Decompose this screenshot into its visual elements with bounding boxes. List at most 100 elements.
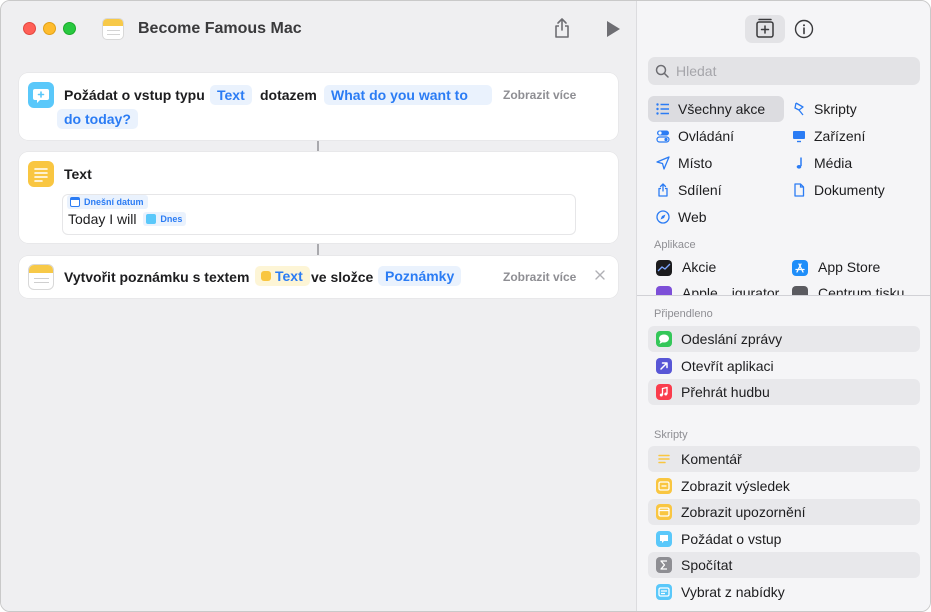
action-connector xyxy=(317,244,319,255)
category-label: Sdílení xyxy=(678,182,722,198)
calendar-icon xyxy=(70,197,80,207)
row-label: Komentář xyxy=(681,451,742,467)
search-field[interactable] xyxy=(648,57,920,85)
category-label: Ovládání xyxy=(678,128,735,144)
app-apple-configurator[interactable]: Apple…igurator xyxy=(648,282,784,295)
action-ask-for-input[interactable]: Požádat o vstup typu Text dotazem What d… xyxy=(19,73,618,140)
apps-section-header: Aplikace xyxy=(654,239,696,251)
run-button[interactable] xyxy=(605,20,621,38)
notes-icon xyxy=(28,264,54,290)
details-tab[interactable] xyxy=(793,18,815,40)
category-web[interactable]: Web xyxy=(648,204,784,230)
text-variable-token[interactable]: Text xyxy=(255,266,310,286)
category-devices[interactable]: Zařízení xyxy=(784,123,920,149)
text-content-field[interactable]: Dnešní datum Today I will Dnes xyxy=(62,194,576,235)
row-label: Zobrazit upozornění xyxy=(681,504,806,520)
category-scripts[interactable]: Skripty xyxy=(784,96,920,122)
search-icon xyxy=(655,64,669,78)
row-label: Spočítat xyxy=(681,557,733,573)
remove-action-button[interactable] xyxy=(593,268,607,282)
pinned-section-header: Připendleno xyxy=(654,308,713,320)
variable-label: Dnešní datum xyxy=(84,197,144,207)
text-variable-icon xyxy=(261,271,271,281)
action-library-tab[interactable] xyxy=(745,15,785,43)
action-label-middle: ve složce xyxy=(311,269,374,285)
token-label: Text xyxy=(275,268,303,284)
script-calculate[interactable]: Spočítat xyxy=(648,552,920,578)
play-icon xyxy=(607,21,620,37)
close-window-button[interactable] xyxy=(23,22,36,35)
action-connector xyxy=(317,141,319,151)
minimize-window-button[interactable] xyxy=(43,22,56,35)
zoom-window-button[interactable] xyxy=(63,22,76,35)
category-controls[interactable]: Ovládání xyxy=(648,123,784,149)
pinned-play-music[interactable]: Přehrát hudbu xyxy=(648,379,920,405)
pinned-send-message[interactable]: Odeslání zprávy xyxy=(648,326,920,352)
script-choose-from-menu[interactable]: Vybrat z nabídky xyxy=(648,579,920,605)
script-ask-for-input[interactable]: Požádat o vstup xyxy=(648,526,920,552)
text-value: Today I will xyxy=(68,211,137,227)
app-stocks[interactable]: Akcie xyxy=(648,256,784,280)
category-label: Dokumenty xyxy=(814,182,885,198)
add-action-icon xyxy=(756,18,774,38)
close-icon xyxy=(595,270,605,280)
show-more-button[interactable]: Zobrazit více xyxy=(503,88,576,102)
action-label: Text xyxy=(64,166,92,182)
action-label-middle: dotazem xyxy=(260,87,317,103)
app-app-store[interactable]: App Store xyxy=(784,256,920,280)
category-label: Média xyxy=(814,155,853,171)
action-label: Vytvořit poznámku s textem xyxy=(64,269,250,285)
share-icon xyxy=(658,183,668,197)
app-label: Centrum tisku xyxy=(818,285,905,295)
current-date-variable[interactable]: Dnešní datum xyxy=(67,195,148,209)
show-result-icon xyxy=(656,478,672,494)
category-all-actions[interactable]: Všechny akce xyxy=(648,96,784,122)
shortcut-title[interactable]: Become Famous Mac xyxy=(138,20,302,38)
notes-shortcut-icon[interactable] xyxy=(102,18,124,40)
printer-icon xyxy=(792,286,808,295)
row-label: Vybrat z nabídky xyxy=(681,584,785,600)
shortcuts-window: Become Famous Mac Požádat o vstup typu T… xyxy=(0,0,931,612)
menu-icon xyxy=(656,584,672,600)
app-store-icon xyxy=(792,260,808,276)
pinned-open-app[interactable]: Otevřít aplikaci xyxy=(648,353,920,379)
category-label: Všechny akce xyxy=(678,101,766,117)
toggle-icon xyxy=(656,130,670,143)
text-content: Today I will Dnes xyxy=(68,211,187,228)
share-icon xyxy=(555,18,569,38)
messages-icon xyxy=(656,331,672,347)
music-icon xyxy=(656,384,672,400)
action-create-note[interactable]: Vytvořit poznámku s textem Text ve složc… xyxy=(19,256,618,298)
share-button[interactable] xyxy=(552,17,572,39)
row-label: Zobrazit výsledek xyxy=(681,478,790,494)
script-show-result[interactable]: Zobrazit výsledek xyxy=(648,473,920,499)
row-label: Přehrát hudbu xyxy=(681,384,770,400)
show-more-button[interactable]: Zobrazit více xyxy=(503,270,576,284)
date-inline-token[interactable]: Dnes xyxy=(143,212,187,226)
prompt-token-line2[interactable]: do today? xyxy=(57,109,138,129)
action-label: Požádat o vstup typu xyxy=(64,87,205,103)
row-label: Odeslání zprávy xyxy=(681,331,783,347)
comment-icon xyxy=(656,451,672,467)
category-label: Web xyxy=(678,209,707,225)
prompt-token-line1[interactable]: What do you want to xyxy=(324,85,492,105)
category-label: Zařízení xyxy=(814,128,866,144)
category-sharing[interactable]: Sdílení xyxy=(648,177,784,203)
script-comment[interactable]: Komentář xyxy=(648,446,920,472)
category-media[interactable]: Média xyxy=(784,150,920,176)
shortcut-editor: Become Famous Mac Požádat o vstup typu T… xyxy=(1,1,636,611)
scripts-section-header: Skripty xyxy=(654,429,688,441)
search-input[interactable] xyxy=(676,61,912,81)
action-text[interactable]: Text Dnešní datum Today I will Dnes xyxy=(19,152,618,243)
category-location[interactable]: Místo xyxy=(648,150,784,176)
input-type-token[interactable]: Text xyxy=(210,85,252,105)
script-show-alert[interactable]: Zobrazit upozornění xyxy=(648,499,920,525)
configurator-icon xyxy=(656,286,672,295)
app-print-center[interactable]: Centrum tisku xyxy=(784,282,920,295)
inline-token-label: Dnes xyxy=(160,214,183,224)
app-label: Apple…igurator xyxy=(682,285,780,295)
category-documents[interactable]: Dokumenty xyxy=(784,177,920,203)
compass-icon xyxy=(656,210,670,224)
folder-token[interactable]: Poznámky xyxy=(378,266,462,286)
app-label: App Store xyxy=(818,259,881,275)
